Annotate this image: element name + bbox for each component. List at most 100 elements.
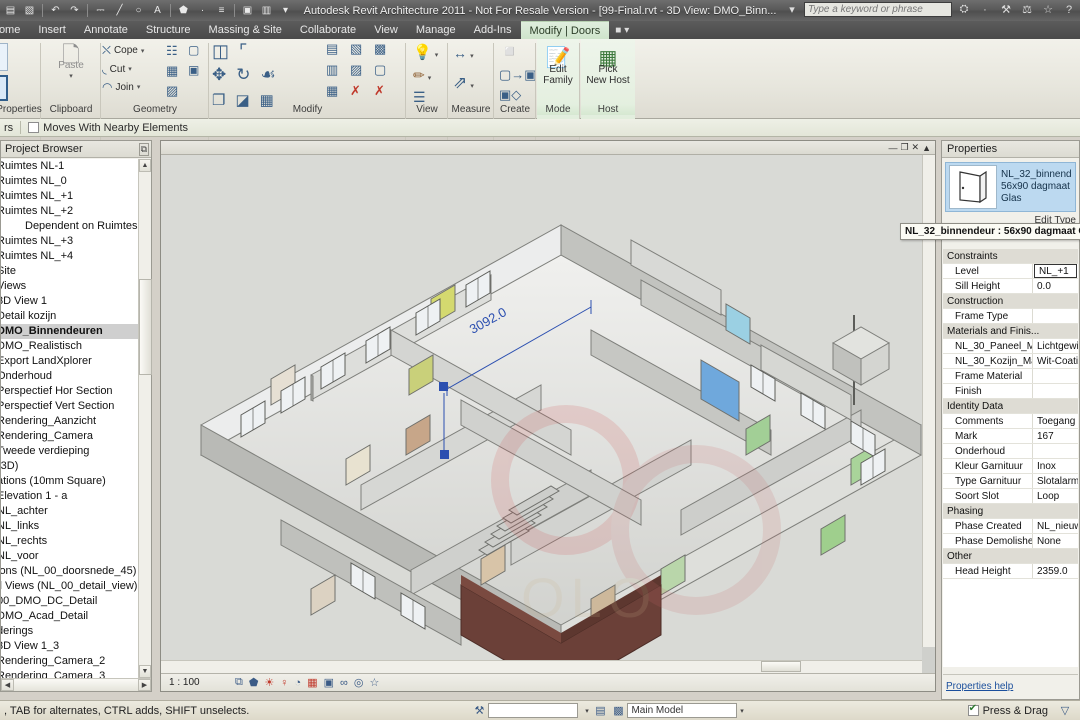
delete-icon[interactable]: ✗ xyxy=(350,83,362,99)
cut-button[interactable]: ◟ Cut ▾ xyxy=(102,62,144,76)
show-crop-region-icon[interactable]: ▣ xyxy=(324,676,334,689)
editable-worksets-icon[interactable]: ⚒ xyxy=(470,704,488,717)
property-row[interactable]: Soort Slot Loop xyxy=(943,489,1078,504)
browser-horizontal-scrollbar[interactable]: ◀ ▶ xyxy=(1,678,151,691)
view-hscroll-thumb[interactable] xyxy=(761,661,801,672)
trim-icon[interactable]: ☙ xyxy=(261,65,276,85)
aligned-dimension-icon[interactable]: ○ xyxy=(130,2,147,19)
view-scroll-up-button[interactable]: ▲ xyxy=(922,143,931,153)
browser-item[interactable]: Ruimtes NL_0 xyxy=(1,174,138,189)
type-selector[interactable]: NL_32_binnendeur 56x90 dagmaat Glas xyxy=(945,162,1076,212)
edit-family-button[interactable]: 📝 Edit Family xyxy=(539,48,577,86)
browser-item[interactable]: ions (NL_00_doorsnede_45) xyxy=(1,564,138,579)
crop-view-icon[interactable]: ⧉ xyxy=(235,676,243,689)
unlock-3d-view-icon[interactable]: ∞ xyxy=(340,677,348,689)
property-value[interactable]: Inox xyxy=(1033,459,1078,473)
property-value[interactable]: 167 xyxy=(1033,429,1078,443)
browser-vertical-scrollbar[interactable]: ▲ ▼ xyxy=(138,159,152,678)
browser-item[interactable]: 00_DMO_DC_Detail xyxy=(1,594,138,609)
property-row[interactable]: Mark 167 xyxy=(943,429,1078,444)
print-icon[interactable]: ⎓ xyxy=(92,2,109,19)
browser-scroll-thumb[interactable] xyxy=(139,279,152,375)
browser-item[interactable]: Ruimtes NL_+4 xyxy=(1,249,138,264)
browser-item[interactable]: Rendering_Aanzicht xyxy=(1,414,138,429)
moves-with-nearby-elements-checkbox[interactable]: Moves With Nearby Elements xyxy=(28,121,188,134)
browser-item[interactable]: Rendering_Camera xyxy=(1,429,138,444)
view-linework-button[interactable]: ✏ ▾ xyxy=(413,67,431,84)
minimize-view-button[interactable]: — xyxy=(888,143,897,153)
browser-item[interactable]: Ruimtes NL-1 xyxy=(1,159,138,174)
view-visibility-button[interactable]: 💡 ▾ xyxy=(413,43,438,61)
browser-item[interactable]: derings xyxy=(1,624,138,639)
browser-item[interactable]: DMO_Realistisch xyxy=(1,339,138,354)
undo-icon[interactable]: ↶ xyxy=(47,2,64,19)
browser-scroll-down-button[interactable]: ▼ xyxy=(139,665,151,678)
property-row[interactable]: Head Height 2359.0 xyxy=(943,564,1078,579)
paint-icon[interactable]: ▦ xyxy=(166,63,178,79)
sign-in-dropdown-icon[interactable]: ▾ xyxy=(783,1,801,18)
visual-style-icon[interactable]: ⬟ xyxy=(249,676,259,689)
split-element-icon[interactable]: ▧ xyxy=(350,41,362,57)
tab-collaborate[interactable]: Collaborate xyxy=(291,21,365,39)
render-dialog-icon[interactable]: ◔ xyxy=(295,677,302,689)
redo-icon[interactable]: ↷ xyxy=(66,2,83,19)
save-icon[interactable]: ▤ xyxy=(2,2,19,19)
properties-palette-toggle-icon[interactable] xyxy=(0,75,8,101)
array-linear-icon[interactable]: ▤ xyxy=(326,41,338,57)
property-row[interactable]: Finish xyxy=(943,384,1078,399)
worksets-field[interactable] xyxy=(488,703,579,718)
browser-item[interactable]: Dependent on Ruimtes NL_- xyxy=(1,219,138,234)
browser-item[interactable]: il Views (NL_00_detail_view) xyxy=(1,579,138,594)
browser-item[interactable]: Rendering_Camera_2 xyxy=(1,654,138,669)
worksets-dropdown-arrow[interactable]: ▾ xyxy=(582,707,591,715)
restore-view-button[interactable]: ❐ xyxy=(900,142,908,153)
create-group-button[interactable]: ▢→▣ xyxy=(499,67,537,83)
auto-hide-pin-icon[interactable]: ⧉ xyxy=(138,142,149,156)
browser-item[interactable]: NL_rechts xyxy=(1,534,138,549)
3d-model-canvas[interactable]: 3092.0 OLO xyxy=(161,155,922,665)
close-view-button[interactable]: ✕ xyxy=(912,142,920,153)
tab-home[interactable]: Home xyxy=(0,21,29,39)
browser-item[interactable]: ations (10mm Square) xyxy=(1,474,138,489)
property-value[interactable]: Loop xyxy=(1033,489,1078,503)
browser-item-selected[interactable]: DMO_Binnendeuren xyxy=(1,324,138,339)
tab-view[interactable]: View xyxy=(365,21,407,39)
browser-item[interactable]: Views xyxy=(1,279,138,294)
move-icon[interactable]: ✥ xyxy=(212,65,226,85)
property-value[interactable]: NL_nieuw xyxy=(1033,519,1078,533)
browser-item[interactable]: Rendering_Camera_3 xyxy=(1,669,138,678)
section-icon[interactable]: · xyxy=(194,2,211,19)
wall-opening-icon[interactable]: ▢ xyxy=(188,43,199,57)
property-row[interactable]: Type Garnituur Slotalarm xyxy=(943,474,1078,489)
browser-item[interactable]: Onderhoud xyxy=(1,369,138,384)
browser-item[interactable]: Ruimtes NL_+1 xyxy=(1,189,138,204)
property-value[interactable]: 0.0 xyxy=(1033,279,1078,293)
browser-item[interactable]: NL_links xyxy=(1,519,138,534)
crop-region-off-icon[interactable]: ▦ xyxy=(307,676,317,689)
property-value[interactable] xyxy=(1033,444,1078,458)
browser-item[interactable]: Ruimtes NL_+2 xyxy=(1,204,138,219)
pick-new-host-button[interactable]: ▦ Pick New Host xyxy=(583,48,633,86)
browser-scroll-up-button[interactable]: ▲ xyxy=(139,159,151,172)
offset-icon[interactable]: ⌜ xyxy=(239,41,247,62)
browser-item[interactable]: Perspectief Hor Section xyxy=(1,384,138,399)
property-value[interactable] xyxy=(1033,384,1078,398)
browser-item[interactable]: 3D View 1 xyxy=(1,294,138,309)
view-scale-label[interactable]: 1 : 100 xyxy=(169,677,209,688)
browser-item[interactable]: Ruimtes NL_+3 xyxy=(1,234,138,249)
property-row[interactable]: Phase Demolished None xyxy=(943,534,1078,549)
favorites-star-icon[interactable]: ☆ xyxy=(1039,1,1057,18)
tab-insert[interactable]: Insert xyxy=(29,21,75,39)
demolish-icon[interactable]: ▨ xyxy=(166,83,178,99)
group-icon[interactable]: ▩ xyxy=(374,41,386,57)
tab-add-ins[interactable]: Add-Ins xyxy=(465,21,521,39)
ribbon-display-options[interactable]: ■ ▾ xyxy=(609,21,635,39)
subscription-wrench-icon[interactable]: ⚒ xyxy=(997,1,1015,18)
property-value[interactable]: 2359.0 xyxy=(1033,564,1078,578)
properties-help-link[interactable]: Properties help xyxy=(946,681,1013,692)
property-row[interactable]: NL_30_Paneel_M...Lichtgewicht xyxy=(943,339,1078,354)
press-and-drag-checkbox[interactable]: Press & Drag xyxy=(967,703,1048,717)
properties-icon[interactable] xyxy=(0,43,8,71)
browser-item[interactable]: NL_achter xyxy=(1,504,138,519)
filter-icon[interactable]: ▽ xyxy=(1056,704,1074,717)
